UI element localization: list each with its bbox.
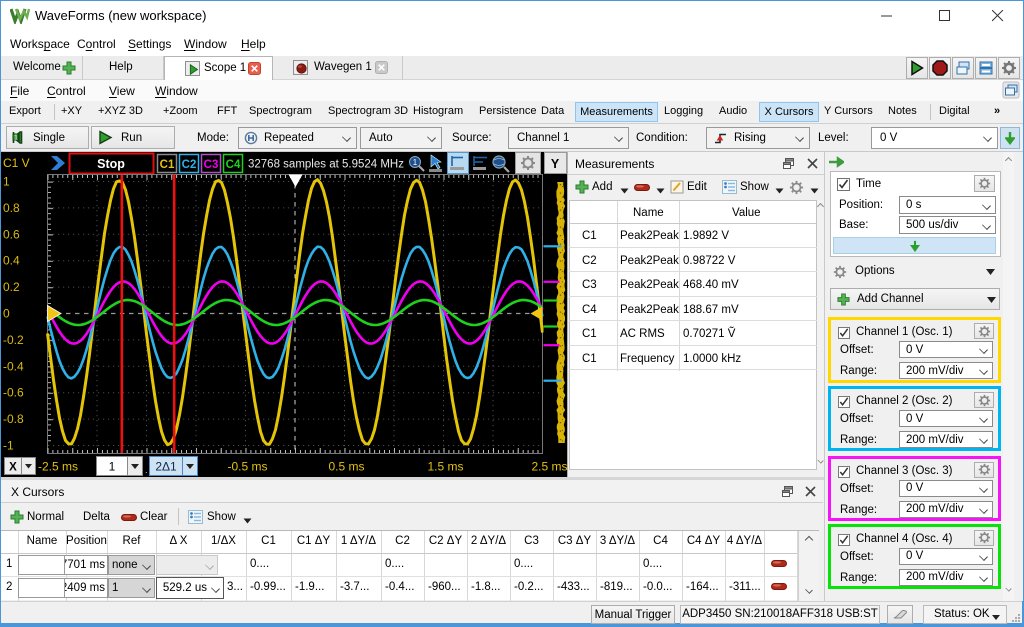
svg-text:1: 1 xyxy=(413,158,418,167)
svg-text:1: 1 xyxy=(109,460,116,474)
svg-text:X: X xyxy=(9,462,17,474)
svg-text:C3: C3 xyxy=(204,159,219,171)
svg-text:.: . xyxy=(145,465,148,475)
svg-text:-0.4: -0.4 xyxy=(3,359,24,373)
svg-text:Y: Y xyxy=(551,157,560,171)
svg-text:0.5 ms: 0.5 ms xyxy=(328,460,364,474)
svg-text:1: 1 xyxy=(14,135,18,142)
svg-text:2Δ1: 2Δ1 xyxy=(155,460,177,474)
svg-text:C2: C2 xyxy=(182,159,197,171)
svg-text:1: 1 xyxy=(3,175,10,189)
svg-text:0.2: 0.2 xyxy=(3,280,20,294)
svg-text:-0.5 ms: -0.5 ms xyxy=(227,460,267,474)
svg-text:-2.5 ms: -2.5 ms xyxy=(38,460,78,474)
svg-text:0.8: 0.8 xyxy=(3,201,20,215)
svg-text:-0.2: -0.2 xyxy=(3,333,24,347)
svg-text:C1: C1 xyxy=(160,159,175,171)
svg-text:-0.6: -0.6 xyxy=(3,386,24,400)
svg-text:0: 0 xyxy=(3,307,10,321)
svg-text:2.5 ms: 2.5 ms xyxy=(531,460,567,474)
svg-text:1.5 ms: 1.5 ms xyxy=(427,460,463,474)
svg-text:C1 V: C1 V xyxy=(3,156,30,170)
svg-text:0.4: 0.4 xyxy=(3,254,20,268)
svg-text:C4: C4 xyxy=(226,159,241,171)
svg-text:32768 samples at 5.9524 MHz: 32768 samples at 5.9524 MHz xyxy=(248,159,404,171)
svg-text:-0.8: -0.8 xyxy=(3,412,24,426)
svg-text:Stop: Stop xyxy=(97,157,125,171)
svg-text:-1: -1 xyxy=(3,439,14,453)
svg-text:0.6: 0.6 xyxy=(3,227,20,241)
